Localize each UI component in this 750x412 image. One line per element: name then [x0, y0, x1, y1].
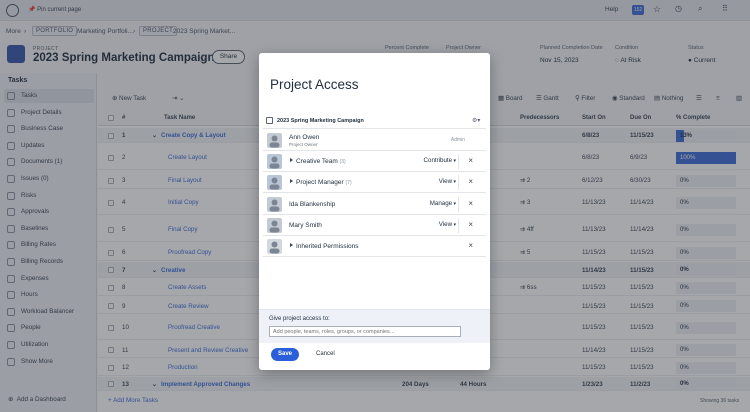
inherited-permissions-icon — [267, 239, 282, 254]
remove-access-icon[interactable]: × — [468, 156, 473, 165]
divider — [458, 196, 459, 212]
entry-name-text: Ida Blankenship — [289, 200, 336, 208]
access-entry: Ida Blankenship Manage ▾ × — [263, 194, 486, 215]
give-access-section: Give project access to: — [259, 309, 490, 343]
add-access-input[interactable] — [269, 326, 461, 337]
object-bar: 2023 Spring Marketing Campaign ⚙▾ — [263, 113, 486, 129]
member-count: (3) — [339, 159, 346, 166]
save-button[interactable]: Save — [271, 348, 299, 361]
entry-name-text: Creative Team — [296, 158, 338, 166]
entry-name-text: Ann Owen — [289, 134, 320, 141]
entry-name[interactable]: Creative Team (3) — [296, 158, 346, 165]
modal-title: Project Access — [270, 77, 359, 92]
chevron-down-icon: ▾ — [452, 179, 456, 186]
chevron-down-icon: ▾ — [452, 221, 456, 228]
entry-name-text: Mary Smith — [289, 221, 322, 229]
divider — [458, 154, 459, 170]
user-avatar — [267, 133, 282, 148]
user-avatar — [267, 196, 282, 212]
team-avatar-icon — [267, 154, 282, 170]
member-count: (7) — [345, 180, 352, 187]
access-level-value: View — [438, 220, 453, 228]
access-entry: Creative Team (3) Contribute ▾ × — [263, 151, 486, 173]
divider — [458, 175, 459, 191]
entry-name[interactable]: Ann Owen — [289, 134, 319, 141]
project-object-icon — [266, 117, 273, 124]
entry-subtitle: Project Owner — [289, 142, 318, 147]
access-level-value: Contribute — [423, 157, 453, 165]
remove-access-icon[interactable]: × — [468, 199, 473, 208]
access-level-value: Manage — [429, 199, 453, 207]
access-level-dropdown[interactable]: View ▾ — [439, 178, 456, 185]
expand-caret-icon[interactable] — [290, 158, 293, 163]
project-access-modal: Project Access 2023 Spring Marketing Cam… — [259, 53, 490, 370]
user-avatar — [267, 217, 282, 233]
entry-name[interactable]: Inherited Permissions — [296, 243, 359, 250]
access-entry: Inherited Permissions × — [263, 236, 486, 257]
divider — [458, 217, 459, 233]
access-entry: Project Manager (7) View ▾ × — [263, 172, 486, 194]
access-level-dropdown[interactable]: Contribute ▾ — [424, 157, 456, 164]
entry-name-text: Inherited Permissions — [296, 243, 359, 250]
team-avatar-icon — [267, 175, 282, 191]
expand-caret-icon[interactable] — [290, 179, 293, 184]
remove-access-icon[interactable]: × — [468, 220, 473, 229]
entry-name[interactable]: Ida Blankenship — [289, 201, 335, 208]
access-entry: Ann Owen Project Owner Admin — [263, 130, 486, 151]
cancel-button[interactable]: Cancel — [316, 351, 335, 357]
access-entry: Mary Smith View ▾ × — [263, 215, 486, 236]
chevron-down-icon: ▾ — [452, 158, 456, 165]
expand-caret-icon[interactable] — [290, 243, 293, 247]
chevron-down-icon: ▾ — [452, 200, 456, 207]
access-level-label: Admin — [450, 137, 465, 143]
entry-name[interactable]: Project Manager (7) — [296, 179, 352, 186]
access-level-dropdown[interactable]: View ▾ — [439, 221, 456, 228]
remove-access-icon[interactable]: × — [468, 177, 473, 186]
settings-gear-icon[interactable]: ⚙▾ — [472, 117, 480, 124]
entry-name[interactable]: Mary Smith — [289, 222, 322, 229]
remove-access-icon[interactable]: × — [468, 241, 473, 250]
access-level-value: View — [438, 178, 453, 186]
give-access-label: Give project access to: — [269, 316, 330, 322]
object-name: 2023 Spring Marketing Campaign — [277, 118, 364, 124]
access-level-dropdown[interactable]: Manage ▾ — [430, 200, 456, 207]
entry-name-text: Project Manager — [296, 179, 344, 187]
